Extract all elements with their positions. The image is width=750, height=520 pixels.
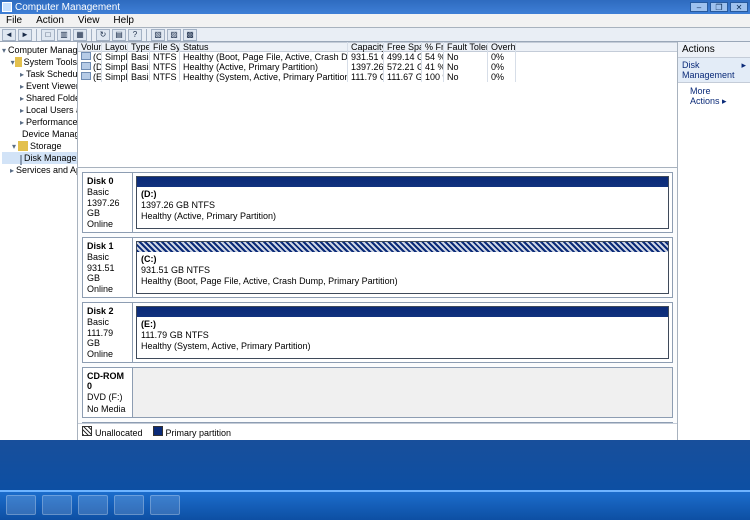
col-volume[interactable]: Volume <box>78 42 102 52</box>
desktop-background <box>0 440 750 490</box>
taskbar-button[interactable] <box>78 495 108 515</box>
col-free[interactable]: Free Space <box>384 42 422 52</box>
optical-drive-row[interactable]: CD-ROM 0 DVD (F:) No Media <box>82 367 673 418</box>
tree-system-tools[interactable]: ▾System Tools <box>2 56 77 68</box>
back-button[interactable]: ◄ <box>2 29 16 41</box>
toolbar-sep <box>36 29 37 41</box>
navigation-tree[interactable]: ▾Computer Management ▾System Tools ▸Task… <box>0 42 78 440</box>
minimize-button[interactable]: – <box>690 2 708 12</box>
col-overhead[interactable]: Overhead <box>488 42 516 52</box>
disk-info[interactable]: Disk 0 Basic 1397.26 GB Online <box>83 173 133 232</box>
help-button[interactable]: ? <box>128 29 142 41</box>
partition-bar <box>137 242 668 252</box>
taskbar-button[interactable] <box>42 495 72 515</box>
more-actions-link[interactable]: More Actions ▸ <box>678 83 750 110</box>
up-button[interactable]: □ <box>41 29 55 41</box>
tree-storage[interactable]: ▾Storage <box>2 140 77 152</box>
col-fault[interactable]: Fault Tolerance <box>444 42 488 52</box>
col-status[interactable]: Status <box>180 42 348 52</box>
partition-bar <box>137 307 668 317</box>
menu-help[interactable]: Help <box>111 15 136 26</box>
section-arrow-icon: ▸ <box>741 60 746 80</box>
properties-button[interactable]: ▦ <box>73 29 87 41</box>
volume-row[interactable]: (C:)SimpleBasicNTFSHealthy (Boot, Page F… <box>78 52 677 62</box>
tree-task-scheduler[interactable]: ▸Task Scheduler <box>2 68 77 80</box>
tree-local-users[interactable]: ▸Local Users and Gr <box>2 104 77 116</box>
taskbar-button[interactable] <box>6 495 36 515</box>
col-pct[interactable]: % Free <box>422 42 444 52</box>
taskbar-button[interactable] <box>150 495 180 515</box>
actions-pane: Actions Disk Management▸ More Actions ▸ <box>678 42 750 440</box>
menu-view[interactable]: View <box>76 15 102 26</box>
drive-icon <box>81 62 91 70</box>
volume-header-row[interactable]: Volume Layout Type File System Status Ca… <box>78 42 677 52</box>
taskbar[interactable] <box>0 490 750 520</box>
restore-button[interactable]: ❐ <box>710 2 728 12</box>
tree-services[interactable]: ▸Services and Applicat <box>2 164 77 176</box>
tree-device-manager[interactable]: Device Manager <box>2 128 77 140</box>
drive-icon <box>81 72 91 80</box>
actions-section[interactable]: Disk Management▸ <box>678 58 750 83</box>
actions-header: Actions <box>678 42 750 58</box>
disk-row[interactable]: Disk 2 Basic 111.79 GB Online (E:) 111.7… <box>82 302 673 363</box>
app-icon <box>2 2 12 12</box>
toolbar-sep <box>91 29 92 41</box>
partition[interactable]: (C:) 931.51 GB NTFS Healthy (Boot, Page … <box>136 241 669 294</box>
disk-info[interactable]: Disk 2 Basic 111.79 GB Online <box>83 303 133 362</box>
toolbar-sep <box>146 29 147 41</box>
primary-swatch <box>153 426 163 436</box>
tree-event-viewer[interactable]: ▸Event Viewer <box>2 80 77 92</box>
disk-info[interactable]: CD-ROM 0 DVD (F:) No Media <box>83 368 133 417</box>
taskbar-button[interactable] <box>114 495 144 515</box>
extra-button[interactable]: ▨ <box>167 29 181 41</box>
disk-row[interactable]: Disk 1 Basic 931.51 GB Online (C:) 931.5… <box>82 237 673 298</box>
drive-icon <box>81 52 91 60</box>
toolbar: ◄ ► □ ▥ ▦ ↻ ▤ ? ▧ ▨ ▩ <box>0 28 750 42</box>
col-type[interactable]: Type <box>128 42 150 52</box>
disk-info[interactable]: Disk 1 Basic 931.51 GB Online <box>83 238 133 297</box>
col-fs[interactable]: File System <box>150 42 180 52</box>
chevron-right-icon: ▸ <box>722 96 727 106</box>
volume-row[interactable]: (E:)SimpleBasicNTFSHealthy (System, Acti… <box>78 72 677 82</box>
menu-bar: File Action View Help <box>0 14 750 28</box>
partition-bar <box>137 177 668 187</box>
disk-graphical-view[interactable]: Disk 0 Basic 1397.26 GB Online (D:) 1397… <box>78 168 677 423</box>
close-button[interactable]: ✕ <box>730 2 748 12</box>
title-bar[interactable]: Computer Management – ❐ ✕ <box>0 0 750 14</box>
window-title: Computer Management <box>15 2 690 13</box>
forward-button[interactable]: ► <box>18 29 32 41</box>
show-hide-button[interactable]: ▥ <box>57 29 71 41</box>
volume-list[interactable]: (C:)SimpleBasicNTFSHealthy (Boot, Page F… <box>78 52 677 168</box>
tree-performance[interactable]: ▸Performance <box>2 116 77 128</box>
tree-disk-management[interactable]: Disk Management <box>2 152 77 164</box>
tree-root[interactable]: ▾Computer Management <box>2 44 77 56</box>
menu-file[interactable]: File <box>4 15 24 26</box>
menu-action[interactable]: Action <box>34 15 66 26</box>
unallocated-swatch <box>82 426 92 436</box>
disk-row[interactable]: Disk 0 Basic 1397.26 GB Online (D:) 1397… <box>82 172 673 233</box>
extra-button[interactable]: ▧ <box>151 29 165 41</box>
col-layout[interactable]: Layout <box>102 42 128 52</box>
refresh-button[interactable]: ↻ <box>96 29 110 41</box>
col-capacity[interactable]: Capacity <box>348 42 384 52</box>
partition[interactable]: (D:) 1397.26 GB NTFS Healthy (Active, Pr… <box>136 176 669 229</box>
volume-row[interactable]: (D:)SimpleBasicNTFSHealthy (Active, Prim… <box>78 62 677 72</box>
export-button[interactable]: ▤ <box>112 29 126 41</box>
tree-shared-folders[interactable]: ▸Shared Folders <box>2 92 77 104</box>
partition[interactable]: (E:) 111.79 GB NTFS Healthy (System, Act… <box>136 306 669 359</box>
extra-button[interactable]: ▩ <box>183 29 197 41</box>
legend: Unallocated Primary partition <box>78 423 677 440</box>
